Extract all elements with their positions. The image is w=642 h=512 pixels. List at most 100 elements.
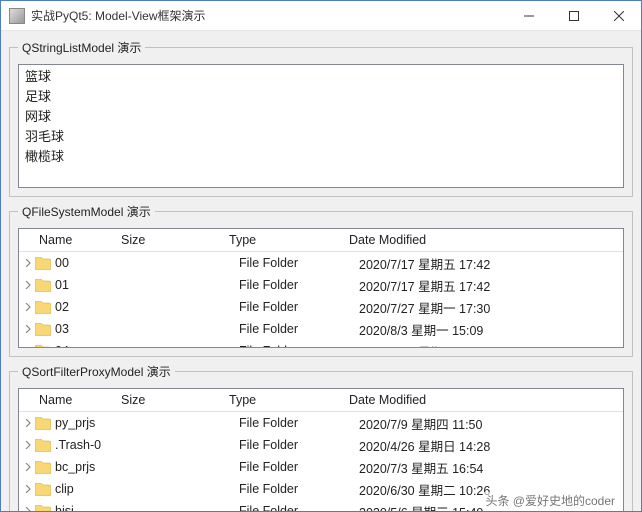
tree-body: 00File Folder2020/7/17 星期五 17:4201File F…: [19, 252, 623, 348]
cell-date: 2020/7/17 星期五 17:42: [359, 254, 623, 273]
table-row[interactable]: 01 File Folder2020/7/17 星期五 17:42: [19, 274, 623, 296]
folder-icon: [35, 301, 51, 314]
chevron-right-icon: [24, 441, 32, 449]
cell-type: File Folder: [239, 278, 359, 292]
cell-name: .Trash-0: [55, 438, 131, 452]
cell-date: 2020/6/30 星期二 10:26: [359, 480, 623, 499]
header-size[interactable]: Size: [115, 389, 223, 411]
expander[interactable]: [19, 259, 33, 267]
minimize-icon: [524, 11, 534, 21]
expander[interactable]: [19, 485, 33, 493]
groupbox-filesystem-label: QFileSystemModel 演示: [18, 203, 155, 220]
chevron-right-icon: [24, 303, 32, 311]
expander[interactable]: [19, 347, 33, 348]
cell-type: File Folder: [239, 438, 359, 452]
header-type[interactable]: Type: [223, 389, 343, 411]
cell-date: 2020/8/3 星期一 15:09: [359, 320, 623, 339]
cell-name: 01: [55, 278, 131, 292]
tree-body: py_prjsFile Folder2020/7/9 星期四 11:50.Tra…: [19, 412, 623, 511]
groupbox-sortfilter: QSortFilterProxyModel 演示 Name Size Type …: [9, 363, 633, 511]
cell-type: File Folder: [239, 300, 359, 314]
folder-icon: [35, 439, 51, 452]
folder-icon: [35, 461, 51, 474]
cell-date: 2020/4/26 星期日 14:28: [359, 436, 623, 455]
stringlist-view[interactable]: 篮球足球网球羽毛球橄榄球: [18, 64, 624, 188]
tree-header[interactable]: Name Size Type Date Modified: [19, 229, 623, 252]
expander[interactable]: [19, 419, 33, 427]
cell-date: 2020/7/27 星期一 17:30: [359, 298, 623, 317]
cell-name: clip: [55, 482, 131, 496]
cell-name: hisi: [55, 504, 131, 511]
cell-type: File Folder: [239, 460, 359, 474]
folder-icon: [35, 279, 51, 292]
folder-icon: [35, 417, 51, 430]
chevron-right-icon: [24, 507, 32, 511]
cell-type: File Folder: [239, 322, 359, 336]
cell-type: File Folder: [239, 344, 359, 348]
expander[interactable]: [19, 325, 33, 333]
chevron-right-icon: [24, 419, 32, 427]
tree-header[interactable]: Name Size Type Date Modified: [19, 389, 623, 412]
cell-name: 04: [55, 344, 131, 348]
app-icon: [9, 8, 25, 24]
maximize-button[interactable]: [551, 1, 596, 30]
header-size[interactable]: Size: [115, 229, 223, 251]
expander[interactable]: [19, 507, 33, 511]
cell-date: 2020/7/17 星期五 17:42: [359, 276, 623, 295]
groupbox-stringlist-label: QStringListModel 演示: [18, 39, 145, 56]
close-button[interactable]: [596, 1, 641, 30]
header-date[interactable]: Date Modified: [343, 389, 623, 411]
expander[interactable]: [19, 281, 33, 289]
cell-type: File Folder: [239, 504, 359, 511]
cell-type: File Folder: [239, 482, 359, 496]
minimize-button[interactable]: [506, 1, 551, 30]
app-window: 实战PyQt5: Model-View框架演示 QStringListModel…: [0, 0, 642, 512]
cell-name: bc_prjs: [55, 460, 131, 474]
header-date[interactable]: Date Modified: [343, 229, 623, 251]
cell-name: 03: [55, 322, 131, 336]
header-name[interactable]: Name: [19, 389, 115, 411]
table-row[interactable]: clip File Folder2020/6/30 星期二 10:26: [19, 478, 623, 500]
list-item[interactable]: 橄榄球: [23, 147, 619, 167]
expander[interactable]: [19, 303, 33, 311]
list-item[interactable]: 篮球: [23, 67, 619, 87]
expander[interactable]: [19, 441, 33, 449]
list-item[interactable]: 网球: [23, 107, 619, 127]
table-row[interactable]: bc_prjs File Folder2020/7/3 星期五 16:54: [19, 456, 623, 478]
list-item[interactable]: 足球: [23, 87, 619, 107]
close-icon: [614, 11, 624, 21]
cell-type: File Folder: [239, 256, 359, 270]
chevron-right-icon: [24, 325, 32, 333]
chevron-right-icon: [24, 281, 32, 289]
window-title: 实战PyQt5: Model-View框架演示: [31, 7, 506, 24]
chevron-right-icon: [24, 347, 32, 348]
table-row[interactable]: 02File Folder2020/7/27 星期一 17:30: [19, 296, 623, 318]
sortfilter-view[interactable]: Name Size Type Date Modified py_prjsFile…: [18, 388, 624, 511]
folder-icon: [35, 505, 51, 512]
cell-date: 2020/7/3 星期五 16:54: [359, 458, 623, 477]
table-row[interactable]: 00 File Folder2020/7/17 星期五 17:42: [19, 252, 623, 274]
cell-date: 2020/7/9 星期四 11:50: [359, 414, 623, 433]
groupbox-filesystem: QFileSystemModel 演示 Name Size Type Date …: [9, 203, 633, 357]
table-row[interactable]: py_prjsFile Folder2020/7/9 星期四 11:50: [19, 412, 623, 434]
client-area: QStringListModel 演示 篮球足球网球羽毛球橄榄球 QFileSy…: [1, 31, 641, 511]
header-type[interactable]: Type: [223, 229, 343, 251]
chevron-right-icon: [24, 463, 32, 471]
cell-date: 2020/8/17 星期一 15:26: [359, 342, 623, 349]
folder-icon: [35, 483, 51, 496]
table-row[interactable]: 04 File Folder2020/8/17 星期一 15:26: [19, 340, 623, 348]
list-item[interactable]: 羽毛球: [23, 127, 619, 147]
header-name[interactable]: Name: [19, 229, 115, 251]
folder-icon: [35, 257, 51, 270]
groupbox-stringlist: QStringListModel 演示 篮球足球网球羽毛球橄榄球: [9, 39, 633, 197]
expander[interactable]: [19, 463, 33, 471]
chevron-right-icon: [24, 259, 32, 267]
table-row[interactable]: .Trash-0 File Folder2020/4/26 星期日 14:28: [19, 434, 623, 456]
cell-name: 00: [55, 256, 131, 270]
maximize-icon: [569, 11, 579, 21]
titlebar[interactable]: 实战PyQt5: Model-View框架演示: [1, 1, 641, 31]
filesystem-view[interactable]: Name Size Type Date Modified 00 File Fold…: [18, 228, 624, 348]
table-row[interactable]: 03 File Folder2020/8/3 星期一 15:09: [19, 318, 623, 340]
table-row[interactable]: hisiFile Folder2020/5/6 星期三 15:49: [19, 500, 623, 511]
chevron-right-icon: [24, 485, 32, 493]
